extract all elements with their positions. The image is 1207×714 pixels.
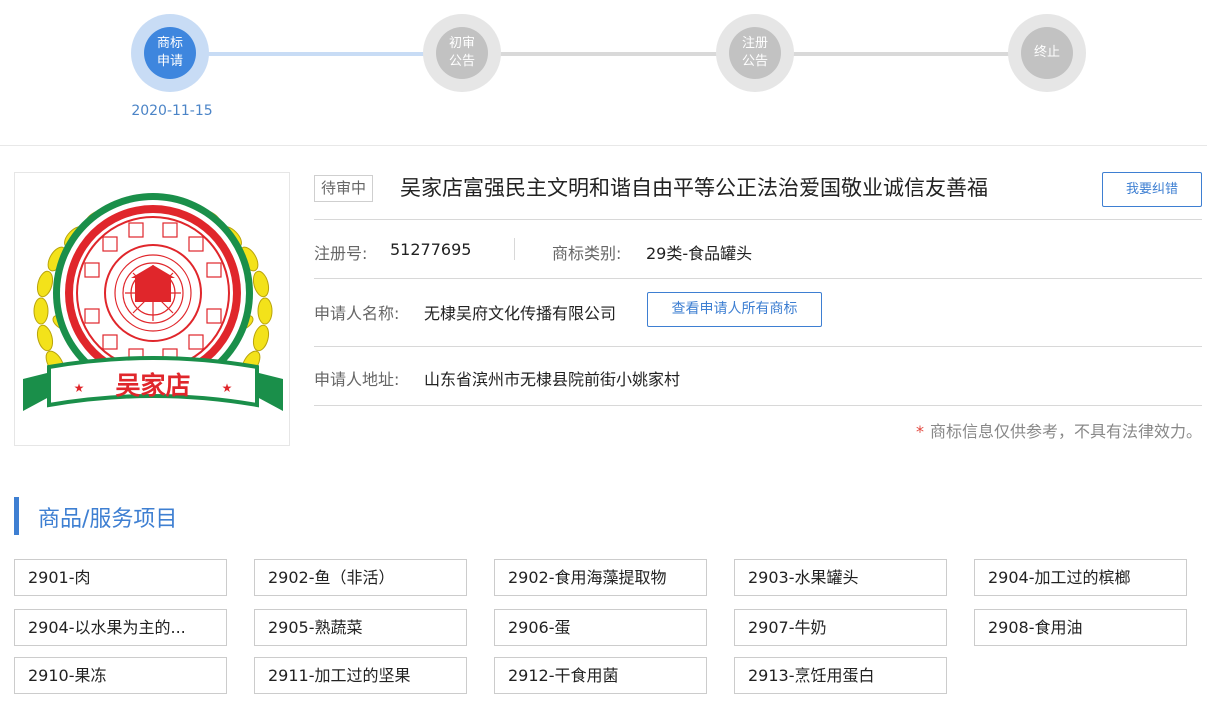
class-value: 29类-食品罐头 [646, 244, 753, 263]
step-terminated: 终止 [1008, 14, 1086, 92]
goods-item[interactable]: 2907-牛奶 [734, 609, 947, 646]
svg-text:★: ★ [74, 381, 85, 395]
reg-no-label: 注册号: [314, 244, 368, 263]
step-date: 2020-11-15 [131, 103, 213, 119]
goods-item[interactable]: 2913-烹饪用蛋白 [734, 657, 947, 694]
view-applicant-trademarks-button[interactable]: 查看申请人所有商标 [647, 292, 822, 327]
applicant-name: 无棣吴府文化传播有限公司 [424, 304, 617, 323]
applicant-label: 申请人名称: [314, 304, 400, 323]
goods-section-title: 商品/服务项目 [38, 507, 178, 532]
trademark-logo: 吴家店 ★ ★ [14, 172, 290, 446]
progress-track-done [206, 52, 430, 56]
step-application: 商标 申请 [131, 14, 209, 92]
status-badge: 待审中 [314, 175, 374, 202]
logo-text: 吴家店 [115, 371, 190, 400]
step-label: 终止 [1021, 27, 1073, 79]
address-label: 申请人地址: [314, 370, 400, 389]
reg-no-value: 51277695 [390, 240, 472, 259]
goods-item[interactable]: 2906-蛋 [494, 609, 707, 646]
step-preliminary-notice: 初审 公告 [423, 14, 501, 92]
vertical-divider [514, 238, 515, 260]
goods-item[interactable]: 2910-果冻 [14, 657, 227, 694]
goods-item[interactable]: 2904-加工过的槟榔 [974, 559, 1187, 596]
section-accent-bar [14, 497, 19, 535]
disclaimer: * 商标信息仅供参考，不具有法律效力。 [916, 418, 1202, 442]
goods-item[interactable]: 2908-食用油 [974, 609, 1187, 646]
divider [314, 219, 1202, 220]
step-label: 商标 申请 [144, 27, 196, 79]
divider [314, 278, 1202, 279]
required-star: * [915, 422, 924, 441]
disclaimer-text: 商标信息仅供参考，不具有法律效力。 [929, 422, 1202, 441]
trademark-name: 吴家店富强民主文明和谐自由平等公正法治爱国敬业诚信友善福 [400, 176, 988, 200]
divider [314, 346, 1202, 347]
goods-item[interactable]: 2904-以水果为主的... [14, 609, 227, 646]
step-registration-notice: 注册 公告 [716, 14, 794, 92]
step-label: 初审 公告 [436, 27, 488, 79]
goods-item[interactable]: 2905-熟蔬菜 [254, 609, 467, 646]
trademark-logo-image: 吴家店 ★ ★ [23, 193, 283, 411]
svg-text:★: ★ [222, 381, 233, 395]
report-error-button[interactable]: 我要纠错 [1102, 172, 1202, 207]
goods-item[interactable]: 2903-水果罐头 [734, 559, 947, 596]
goods-item[interactable]: 2902-鱼（非活） [254, 559, 467, 596]
step-label: 注册 公告 [729, 27, 781, 79]
goods-item[interactable]: 2912-干食用菌 [494, 657, 707, 694]
goods-item[interactable]: 2911-加工过的坚果 [254, 657, 467, 694]
goods-item[interactable]: 2902-食用海藻提取物 [494, 559, 707, 596]
applicant-address: 山东省滨州市无棣县院前街小姚家村 [424, 370, 681, 389]
class-label: 商标类别: [552, 244, 622, 263]
progress-steps: 商标 申请 初审 公告 注册 公告 终止 2020-11-15 [0, 0, 1207, 146]
divider [314, 405, 1202, 406]
goods-item[interactable]: 2901-肉 [14, 559, 227, 596]
